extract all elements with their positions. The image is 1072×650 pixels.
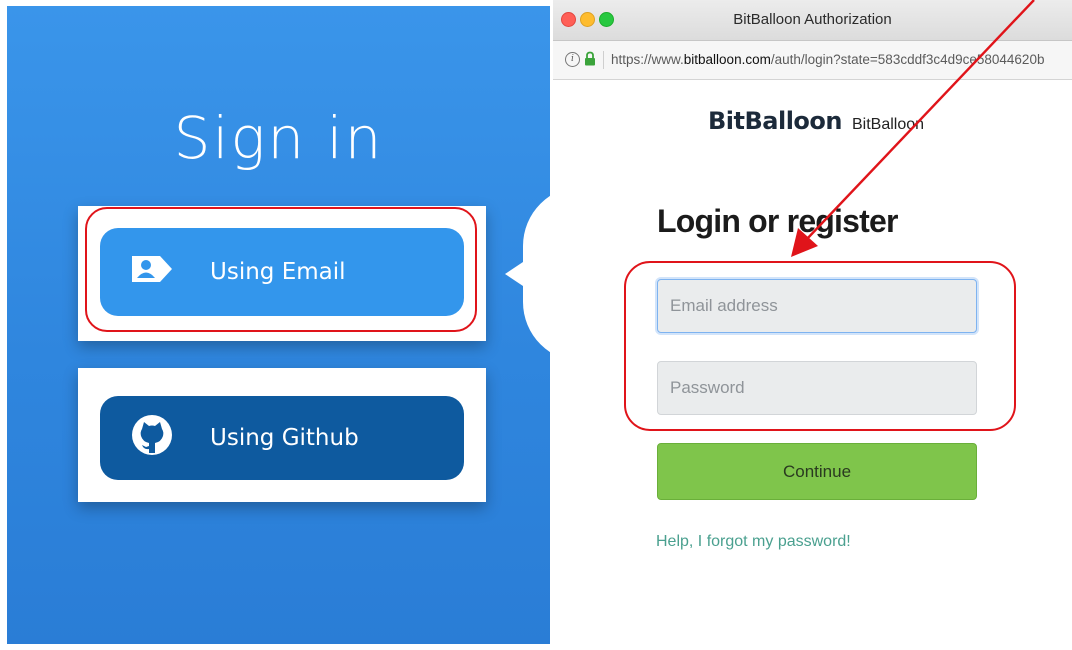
info-icon[interactable]: i <box>565 52 580 67</box>
page-title: Login or register <box>657 203 898 239</box>
continue-button[interactable]: Continue <box>657 443 977 500</box>
brand-logo: BitBalloon <box>708 107 843 135</box>
using-github-label: Using Github <box>210 425 359 451</box>
github-button-card: Using Github <box>78 368 486 502</box>
window-titlebar: BitBalloon Authorization <box>553 0 1072 41</box>
url-host: bitballoon.com <box>683 52 771 67</box>
brand-header: BitBalloon BitBalloon <box>708 107 924 135</box>
tooltip-bubble <box>523 186 550 362</box>
forgot-password-link[interactable]: Help, I forgot my password! <box>656 533 851 551</box>
browser-window: BitBalloon Authorization i https://www.b… <box>553 0 1072 650</box>
user-tag-icon <box>130 254 174 290</box>
email-field[interactable] <box>657 279 977 333</box>
password-field[interactable] <box>657 361 977 415</box>
url-prefix: https://www. <box>611 52 684 67</box>
github-icon <box>130 413 174 463</box>
url-path: /auth/login?state=583cddf3c4d9ce58044620… <box>770 52 1045 67</box>
tooltip-pointer <box>505 262 523 286</box>
window-title: BitBalloon Authorization <box>733 11 892 28</box>
lock-icon[interactable] <box>584 51 596 71</box>
brand-name: BitBalloon <box>852 116 925 133</box>
using-email-button[interactable]: Using Email <box>100 228 464 316</box>
email-button-card: Using Email <box>78 206 486 341</box>
signin-panel: Sign in Using Email Using Github <box>7 6 550 644</box>
url-divider <box>603 51 604 69</box>
using-email-label: Using Email <box>210 259 346 285</box>
using-github-button[interactable]: Using Github <box>100 396 464 480</box>
signin-title: Sign in <box>173 104 384 172</box>
address-bar[interactable]: i https://www.bitballoon.com/auth/login?… <box>553 41 1072 80</box>
url-text[interactable]: https://www.bitballoon.com/auth/login?st… <box>611 52 1044 67</box>
